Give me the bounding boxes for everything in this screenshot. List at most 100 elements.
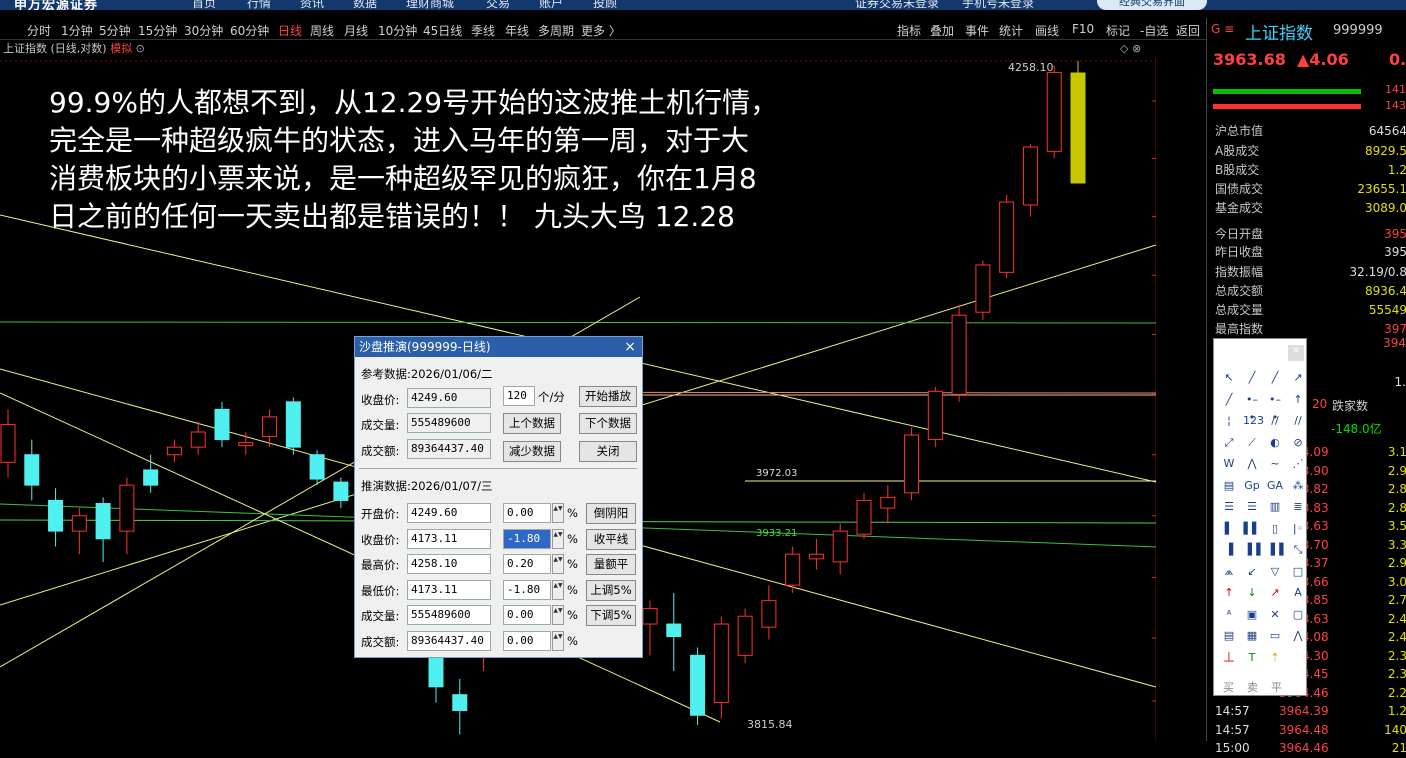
draw-tool-icon[interactable]: ╱ (1266, 369, 1284, 387)
close-button[interactable]: 关闭 (579, 441, 637, 462)
chevron-down-icon[interactable]: ⊙ (136, 42, 145, 55)
spin-arrows-icon[interactable]: ▲▼ (552, 605, 564, 625)
nav-home[interactable]: 首页 (192, 0, 216, 10)
draw-tool-icon[interactable]: ↗ (1266, 584, 1284, 602)
nav-news[interactable]: 资讯 (300, 0, 324, 10)
phone-login-link[interactable]: 手机号未登录 (962, 0, 1034, 10)
sim-action-button[interactable]: 收平线 (586, 528, 636, 550)
sim-value-input[interactable]: 4173.11 (407, 528, 491, 549)
period-tab[interactable]: 45日线 (423, 22, 462, 39)
nav-data[interactable]: 数据 (353, 0, 377, 10)
period-tab[interactable]: 30分钟 (184, 22, 223, 39)
spin-arrows-icon[interactable]: ▲▼ (552, 503, 564, 523)
trade-login-link[interactable]: 证券交易未登录 (855, 0, 939, 10)
period-tab[interactable]: 60分钟 (230, 22, 269, 39)
nav-advisor[interactable]: 投顾 (593, 0, 617, 10)
draw-tool-icon[interactable]: |◦ (1289, 520, 1307, 538)
draw-tool-icon[interactable]: ▤ (1220, 477, 1238, 495)
draw-tool-icon[interactable]: ✕ (1266, 606, 1284, 624)
rate-input[interactable]: 120 (503, 386, 535, 406)
nav-quotes[interactable]: 行情 (247, 0, 271, 10)
draw-tool-icon[interactable]: ⋀ (1289, 627, 1307, 645)
tab-fall-count[interactable]: 跌家数 (1332, 397, 1368, 414)
toolbox-buy[interactable]: 买 (1223, 679, 1234, 695)
next-data-button[interactable]: 下个数据 (579, 413, 637, 434)
nav-trade[interactable]: 交易 (486, 0, 510, 10)
draw-tool-icon[interactable]: ¦ (1220, 412, 1238, 430)
draw-tool-icon[interactable]: 123 (1243, 412, 1264, 430)
tool-stats[interactable]: 统计 (999, 22, 1023, 39)
draw-tool-icon[interactable]: ▌▌ (1243, 520, 1261, 538)
draw-tool-icon[interactable]: ▣ (1243, 606, 1261, 624)
draw-tool-icon[interactable]: ⤡ (1289, 541, 1307, 559)
spin-arrows-icon[interactable]: ▲▼ (552, 630, 564, 651)
start-play-button[interactable]: 开始播放 (579, 386, 637, 407)
sim-value-input[interactable]: 555489600 (407, 605, 491, 625)
draw-tool-icon[interactable]: ⤢ (1220, 434, 1238, 452)
tool-watchlist[interactable]: -自选 (1140, 22, 1168, 39)
period-tab[interactable]: 10分钟 (378, 22, 417, 39)
sim-pct-input[interactable]: -1.80 (503, 579, 551, 600)
draw-tool-icon[interactable]: ⩕ (1220, 563, 1238, 581)
draw-tool-icon[interactable]: GA (1266, 477, 1284, 495)
draw-tool-icon[interactable]: ⇡ (1266, 649, 1284, 667)
classic-trade-button[interactable]: 经典交易界面 (1097, 0, 1207, 10)
draw-tool-icon[interactable]: •–• (1266, 391, 1284, 424)
draw-tool-icon[interactable]: ᴬ (1220, 606, 1238, 624)
sim-pct-input[interactable]: 0.00 (503, 605, 551, 625)
draw-tool-icon[interactable]: ◐ (1266, 434, 1284, 452)
draw-tool-icon[interactable]: ↗ (1289, 369, 1307, 387)
draw-tool-icon[interactable]: ☰ (1220, 498, 1238, 516)
period-tab[interactable]: 15分钟 (138, 22, 177, 39)
period-tab[interactable]: 周线 (310, 22, 334, 39)
draw-tool-icon[interactable]: // (1289, 412, 1307, 430)
draw-tool-icon[interactable]: □ (1289, 563, 1307, 581)
diamond-icon[interactable]: ◇ ⊗ (1120, 40, 1141, 57)
period-tab-more[interactable]: 更多 〉 (581, 22, 621, 39)
draw-tool-icon[interactable]: ⁂ (1289, 477, 1307, 495)
draw-tool-icon[interactable]: ☰ (1243, 498, 1261, 516)
tool-f10[interactable]: F10 (1072, 22, 1094, 36)
draw-tool-icon[interactable]: ▦ (1243, 627, 1261, 645)
draw-tool-icon[interactable]: Gp (1243, 477, 1261, 495)
sim-pct-input[interactable]: 0.00 (503, 630, 551, 651)
draw-tool-icon[interactable]: ╱ (1220, 391, 1238, 409)
spin-arrows-icon[interactable]: ▲▼ (552, 554, 564, 574)
sim-action-button[interactable]: 倒阴阳 (586, 503, 636, 524)
draw-tool-icon[interactable]: ⋀ (1243, 455, 1261, 473)
draw-tool-icon[interactable]: ↖ (1220, 369, 1238, 387)
sim-action-button[interactable]: 上调5% (586, 579, 636, 601)
tool-draw[interactable]: 画线 (1035, 22, 1059, 39)
sim-pct-input[interactable]: 0.00 (503, 503, 551, 523)
draw-tool-icon[interactable]: ↑ (1220, 584, 1238, 602)
period-tab[interactable]: 5分钟 (99, 22, 131, 39)
draw-tool-icon[interactable]: ▯ (1266, 520, 1284, 538)
draw-tool-icon[interactable]: •–• (1243, 391, 1261, 424)
draw-tool-icon[interactable]: ▢ (1289, 606, 1307, 624)
draw-tool-icon[interactable]: ~ (1266, 455, 1284, 473)
sim-action-button[interactable]: 量额平 (586, 554, 636, 575)
draw-tool-icon[interactable]: ▽ (1266, 563, 1284, 581)
draw-tool-icon[interactable]: ↓ (1243, 584, 1261, 602)
draw-tool-icon[interactable]: ⟋ (1243, 434, 1261, 452)
draw-tool-icon[interactable]: ╱ (1243, 369, 1261, 387)
tool-overlay[interactable]: 叠加 (930, 22, 954, 39)
draw-tool-icon[interactable]: ▐▐ (1243, 541, 1261, 559)
draw-tool-icon[interactable]: ▭ (1266, 627, 1284, 645)
sim-value-input[interactable]: 4173.11 (407, 579, 491, 600)
tool-event[interactable]: 事件 (965, 22, 989, 39)
spin-arrows-icon[interactable]: ▲▼ (552, 528, 564, 549)
draw-tool-icon[interactable]: T (1243, 649, 1261, 667)
sim-pct-input[interactable]: -1.80 (503, 528, 551, 549)
sim-value-input[interactable]: 4249.60 (407, 503, 491, 523)
sim-pct-input[interactable]: 0.20 (503, 554, 551, 574)
period-tab[interactable]: 季线 (471, 22, 495, 39)
draw-tool-icon[interactable]: ▥ (1266, 498, 1284, 516)
nav-account[interactable]: 账户 (539, 0, 563, 10)
period-tab[interactable]: 1分钟 (61, 22, 93, 39)
sim-action-button[interactable]: 下调5% (586, 605, 636, 626)
period-tab[interactable]: 年线 (505, 22, 529, 39)
draw-tool-icon[interactable]: ↑ (1289, 391, 1307, 409)
draw-tool-icon[interactable] (1289, 649, 1307, 667)
draw-tool-icon[interactable]: ⊘ (1289, 434, 1307, 452)
